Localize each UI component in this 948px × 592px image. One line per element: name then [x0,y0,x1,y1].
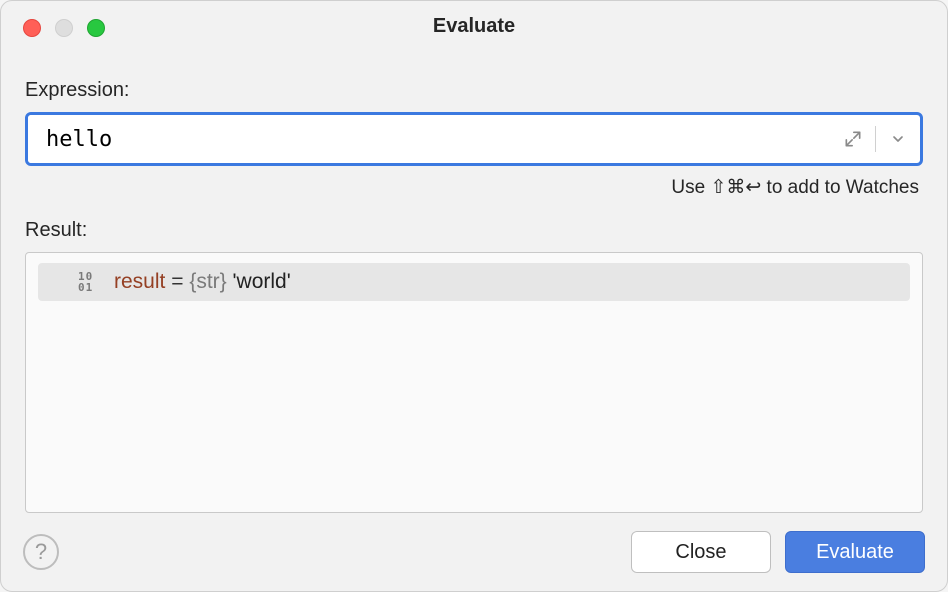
result-equals: = [171,270,189,293]
expression-field-container [25,112,923,166]
result-row[interactable]: 10 01 result = {str} 'world' [38,263,910,301]
dialog-body: Expression: [1,49,947,513]
result-text: result = {str} 'world' [114,270,291,294]
titlebar: Evaluate [1,1,947,49]
expression-actions [831,115,920,163]
result-variable-name: result [114,270,165,293]
expression-input[interactable] [28,115,831,163]
close-button[interactable]: Close [631,531,771,573]
result-value: 'world' [233,270,291,293]
result-label: Result: [25,219,923,242]
help-button[interactable]: ? [23,534,59,570]
dialog-footer: ? Close Evaluate [1,513,947,591]
binary-icon: 10 01 [78,269,104,295]
watches-hint: Use ⇧⌘↩ to add to Watches [25,176,923,199]
expression-label: Expression: [25,79,923,102]
evaluate-dialog: Evaluate Expression: [0,0,948,592]
result-type: {str} [189,270,226,293]
expand-icon[interactable] [831,115,875,163]
history-dropdown-icon[interactable] [876,115,920,163]
result-panel: 10 01 result = {str} 'world' [25,252,923,513]
evaluate-button[interactable]: Evaluate [785,531,925,573]
window-title: Evaluate [1,15,947,38]
